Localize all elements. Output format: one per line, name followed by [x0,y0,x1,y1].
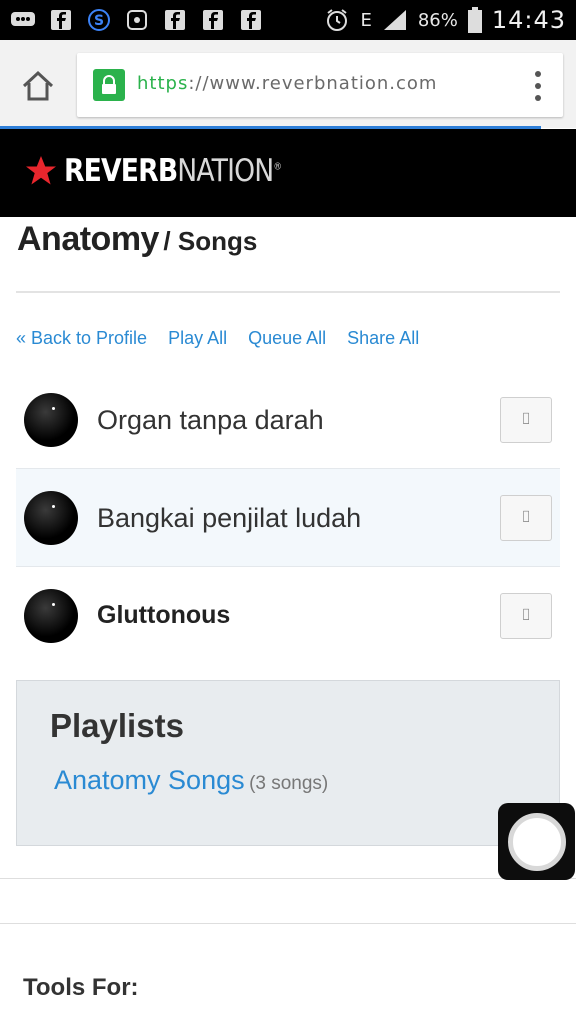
home-button[interactable] [20,68,56,104]
song-actions: « Back to Profile Play All Queue All Sha… [16,328,440,349]
assistive-touch-button[interactable] [498,803,575,880]
facebook-icon [162,8,188,32]
song-menu-button[interactable]: ⌷ [500,495,552,541]
notification-icons: S [10,6,264,34]
divider [0,878,576,879]
facebook-icon [200,8,226,32]
artist-name[interactable]: Anatomy [17,220,159,258]
address-bar[interactable]: https://www.reverbnation.com [77,53,563,117]
url-scheme: https [137,73,189,94]
share-all-link[interactable]: Share All [347,328,419,349]
song-menu-button[interactable]: ⌷ [500,397,552,443]
logo-wordmark: REVERBNATION® [64,153,282,189]
signal-icon [383,10,406,30]
section-name: / Songs [163,226,258,256]
clock: 14:43 [491,6,566,34]
reverbnation-logo[interactable]: REVERBNATION® [24,153,316,189]
system-indicators: E 86% 14:43 [324,4,566,36]
song-row[interactable]: Gluttonous ⌷ [16,567,560,665]
facebook-icon [238,8,264,32]
song-title[interactable]: Organ tanpa darah [97,405,324,436]
alarm-icon [327,9,348,31]
back-to-profile-link[interactable]: « Back to Profile [16,328,147,349]
logo-mark: ® [273,161,282,173]
song-row[interactable]: Organ tanpa darah ⌷ [16,371,560,469]
status-bar: S E 86% 14:43 [0,0,576,40]
song-row[interactable]: Bangkai penjilat ludah ⌷ [16,469,560,567]
page-title: Anatomy / Songs [17,220,257,259]
network-type: E [360,9,372,31]
skype-icon: S [86,8,112,32]
song-title[interactable]: Gluttonous [97,601,230,630]
battery-percent: 86% [417,9,458,31]
site-header: REVERBNATION® [0,129,576,217]
home-icon [22,70,54,101]
star-icon [26,156,56,185]
browser-toolbar: https://www.reverbnation.com [0,40,576,128]
facebook-icon [48,8,74,32]
playlists-panel: Playlists Anatomy Songs (3 songs) [16,680,560,846]
logo-part1: REVERB [64,153,178,189]
divider [16,291,560,293]
circle-icon [507,812,566,871]
battery-icon [467,7,482,33]
play-button[interactable] [24,393,78,447]
logo-part2: NATION [177,153,274,189]
divider [0,923,576,924]
play-button[interactable] [24,491,78,545]
play-button[interactable] [24,589,78,643]
song-title[interactable]: Bangkai penjilat ludah [97,503,361,534]
svg-text:S: S [94,13,104,29]
playlist-item: Anatomy Songs (3 songs) [54,765,328,796]
url-text[interactable]: https://www.reverbnation.com [137,73,437,94]
queue-all-link[interactable]: Queue All [248,328,326,349]
song-menu-button[interactable]: ⌷ [500,593,552,639]
overflow-menu-icon[interactable] [533,71,543,101]
playlists-heading: Playlists [50,707,184,744]
message-icon [10,8,36,32]
lock-icon [93,69,125,101]
tools-heading: Tools For: [23,974,139,1001]
screen-capture-icon [124,8,150,32]
playlist-link[interactable]: Anatomy Songs [54,765,245,795]
playlist-song-count: (3 songs) [249,773,329,794]
url-rest: ://www.reverbnation.com [188,73,438,94]
play-all-link[interactable]: Play All [168,328,227,349]
